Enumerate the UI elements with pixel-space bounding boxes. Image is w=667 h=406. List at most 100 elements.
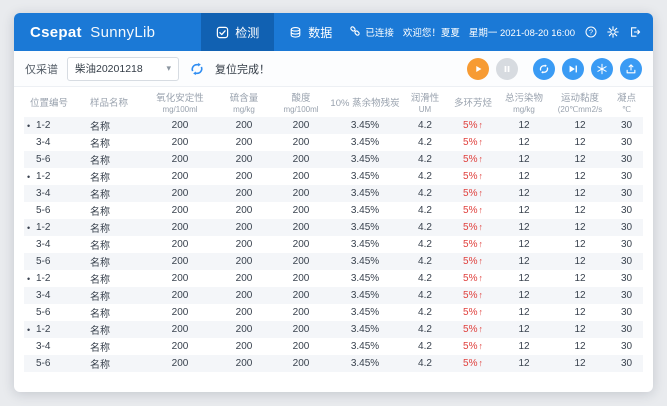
sync-button[interactable] bbox=[533, 58, 555, 80]
table-row[interactable]: 5-6名称2002002003.45%4.25%↑121230 bbox=[24, 304, 643, 321]
residue-cell: 3.45% bbox=[328, 236, 402, 253]
tab-data[interactable]: 数据 bbox=[274, 13, 347, 51]
lubricity-cell: 4.2 bbox=[402, 355, 448, 372]
pause-button[interactable] bbox=[496, 58, 518, 80]
lubricity-cell: 4.2 bbox=[402, 117, 448, 134]
position-cell: •1-2 bbox=[24, 270, 84, 287]
reset-icon[interactable] bbox=[188, 60, 206, 78]
trend-up-icon: ↑ bbox=[478, 154, 483, 164]
table-row[interactable]: •1-2名称2002002003.45%4.25%↑121230 bbox=[24, 168, 643, 185]
pah-cell: 5%↑ bbox=[448, 355, 498, 372]
position-cell: •1-2 bbox=[24, 321, 84, 338]
sulfur-cell: 200 bbox=[214, 355, 274, 372]
sample-name-cell: 名称 bbox=[84, 304, 146, 321]
table-row[interactable]: 3-4名称2002002003.45%4.25%↑121230 bbox=[24, 236, 643, 253]
column-header: 总污染物mg/kg bbox=[498, 87, 550, 117]
table-row[interactable]: 3-4名称2002002003.45%4.25%↑121230 bbox=[24, 134, 643, 151]
viscosity-cell: 12 bbox=[550, 321, 610, 338]
oxidation-cell: 200 bbox=[146, 270, 214, 287]
sulfur-cell: 200 bbox=[214, 151, 274, 168]
acidity-cell: 200 bbox=[274, 287, 328, 304]
app-logo: Csepat SunnyLib bbox=[30, 24, 155, 41]
oxidation-cell: 200 bbox=[146, 202, 214, 219]
start-button[interactable] bbox=[467, 58, 489, 80]
toolbar: 仅采谱 柴油20201218 ▾ 复位完成！ bbox=[14, 51, 653, 87]
column-header: 多环芳烃 bbox=[448, 87, 498, 117]
sample-name-cell: 名称 bbox=[84, 168, 146, 185]
acidity-cell: 200 bbox=[274, 236, 328, 253]
trend-up-icon: ↑ bbox=[478, 188, 483, 198]
table-row[interactable]: 3-4名称2002002003.45%4.25%↑121230 bbox=[24, 338, 643, 355]
action-buttons bbox=[467, 58, 642, 80]
trend-up-icon: ↑ bbox=[478, 120, 483, 130]
pah-cell: 5%↑ bbox=[448, 304, 498, 321]
pah-cell: 5%↑ bbox=[448, 151, 498, 168]
snowflake-button[interactable] bbox=[591, 58, 613, 80]
table-row[interactable]: 3-4名称2002002003.45%4.25%↑121230 bbox=[24, 185, 643, 202]
position-cell: •1-2 bbox=[24, 117, 84, 134]
sample-name-cell: 名称 bbox=[84, 134, 146, 151]
freeze-cell: 30 bbox=[610, 219, 643, 236]
table-row[interactable]: 3-4名称2002002003.45%4.25%↑121230 bbox=[24, 287, 643, 304]
skip-forward-button[interactable] bbox=[562, 58, 584, 80]
oxidation-cell: 200 bbox=[146, 321, 214, 338]
sulfur-cell: 200 bbox=[214, 117, 274, 134]
table-row[interactable]: •1-2名称2002002003.45%4.25%↑121230 bbox=[24, 219, 643, 236]
active-row-bullet: • bbox=[27, 325, 30, 335]
pah-cell: 5%↑ bbox=[448, 168, 498, 185]
sample-name-cell: 名称 bbox=[84, 219, 146, 236]
sample-name-cell: 名称 bbox=[84, 151, 146, 168]
residue-cell: 3.45% bbox=[328, 134, 402, 151]
column-header: 氧化安定性mg/100ml bbox=[146, 87, 214, 117]
pah-cell: 5%↑ bbox=[448, 202, 498, 219]
position-cell: 3-4 bbox=[24, 338, 84, 355]
sulfur-cell: 200 bbox=[214, 338, 274, 355]
oxidation-cell: 200 bbox=[146, 134, 214, 151]
help-icon[interactable]: ? bbox=[584, 26, 597, 39]
position-cell: •1-2 bbox=[24, 168, 84, 185]
viscosity-cell: 12 bbox=[550, 134, 610, 151]
table-row[interactable]: •1-2名称2002002003.45%4.25%↑121230 bbox=[24, 321, 643, 338]
column-header: 酸度mg/100ml bbox=[274, 87, 328, 117]
sulfur-cell: 200 bbox=[214, 253, 274, 270]
connection-status-label: 已连接 bbox=[365, 25, 394, 39]
lubricity-cell: 4.2 bbox=[402, 270, 448, 287]
trend-up-icon: ↑ bbox=[478, 137, 483, 147]
acidity-cell: 200 bbox=[274, 270, 328, 287]
logout-icon[interactable] bbox=[628, 26, 641, 39]
table-row[interactable]: •1-2名称2002002003.45%4.25%↑121230 bbox=[24, 270, 643, 287]
trend-up-icon: ↑ bbox=[478, 205, 483, 215]
viscosity-cell: 12 bbox=[550, 168, 610, 185]
table-row[interactable]: •1-2名称2002002003.45%4.25%↑121230 bbox=[24, 117, 643, 134]
recipe-select[interactable]: 柴油20201218 ▾ bbox=[67, 57, 179, 81]
lubricity-cell: 4.2 bbox=[402, 151, 448, 168]
position-cell: 3-4 bbox=[24, 236, 84, 253]
viscosity-cell: 12 bbox=[550, 338, 610, 355]
sample-name-cell: 名称 bbox=[84, 236, 146, 253]
pah-cell: 5%↑ bbox=[448, 185, 498, 202]
settings-gear-icon[interactable] bbox=[606, 26, 619, 39]
pah-cell: 5%↑ bbox=[448, 253, 498, 270]
desktop-background: Csepat SunnyLib 检测 bbox=[0, 0, 667, 406]
recipe-select-value: 柴油20201218 bbox=[75, 61, 143, 76]
lubricity-cell: 4.2 bbox=[402, 253, 448, 270]
table-row[interactable]: 5-6名称2002002003.45%4.25%↑121230 bbox=[24, 253, 643, 270]
viscosity-cell: 12 bbox=[550, 355, 610, 372]
residue-cell: 3.45% bbox=[328, 338, 402, 355]
acidity-cell: 200 bbox=[274, 253, 328, 270]
acidity-cell: 200 bbox=[274, 338, 328, 355]
export-button[interactable] bbox=[620, 58, 642, 80]
table-row[interactable]: 5-6名称2002002003.45%4.25%↑121230 bbox=[24, 355, 643, 372]
connection-status: 已连接 bbox=[349, 25, 394, 40]
oxidation-cell: 200 bbox=[146, 287, 214, 304]
table-row[interactable]: 5-6名称2002002003.45%4.25%↑121230 bbox=[24, 202, 643, 219]
table-row[interactable]: 5-6名称2002002003.45%4.25%↑121230 bbox=[24, 151, 643, 168]
viscosity-cell: 12 bbox=[550, 270, 610, 287]
residue-cell: 3.45% bbox=[328, 219, 402, 236]
tab-detection[interactable]: 检测 bbox=[201, 13, 274, 51]
contaminants-cell: 12 bbox=[498, 168, 550, 185]
lubricity-cell: 4.2 bbox=[402, 134, 448, 151]
column-header: 位置编号 bbox=[24, 87, 84, 117]
viscosity-cell: 12 bbox=[550, 151, 610, 168]
viscosity-cell: 12 bbox=[550, 202, 610, 219]
